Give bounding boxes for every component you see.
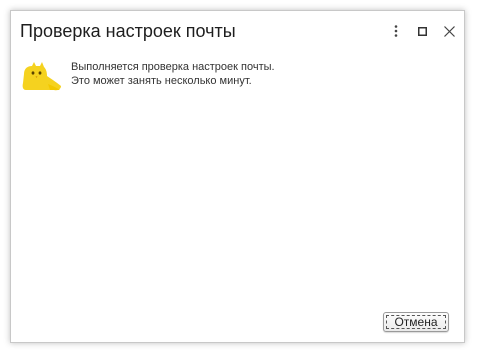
maximize-button[interactable] (412, 21, 432, 41)
dialog-titlebar: Проверка настроек почты (11, 11, 464, 51)
dialog-title: Проверка настроек почты (20, 21, 236, 41)
dialog-content: Выполняется проверка настроек почты. Это… (11, 51, 464, 342)
page: Проверка настроек почты Выполняется пров… (0, 0, 477, 357)
close-button[interactable] (439, 21, 459, 41)
status-message-line-1: Выполняется проверка настроек почты. (71, 61, 275, 73)
maximize-icon (417, 26, 427, 36)
more-actions-button[interactable] (386, 21, 406, 41)
vertical-ellipsis-icon (394, 25, 398, 37)
status-message-line-2: Это может занять несколько минут. (71, 75, 252, 87)
status-message: Выполняется проверка настроек почты. Это… (71, 60, 275, 88)
close-icon (443, 25, 455, 37)
cancel-button-label: Отмена (394, 315, 438, 329)
yellow-cat-icon (22, 62, 61, 91)
cancel-button[interactable]: Отмена (383, 312, 449, 332)
settings-check-dialog: Проверка настроек почты Выполняется пров… (10, 10, 465, 343)
